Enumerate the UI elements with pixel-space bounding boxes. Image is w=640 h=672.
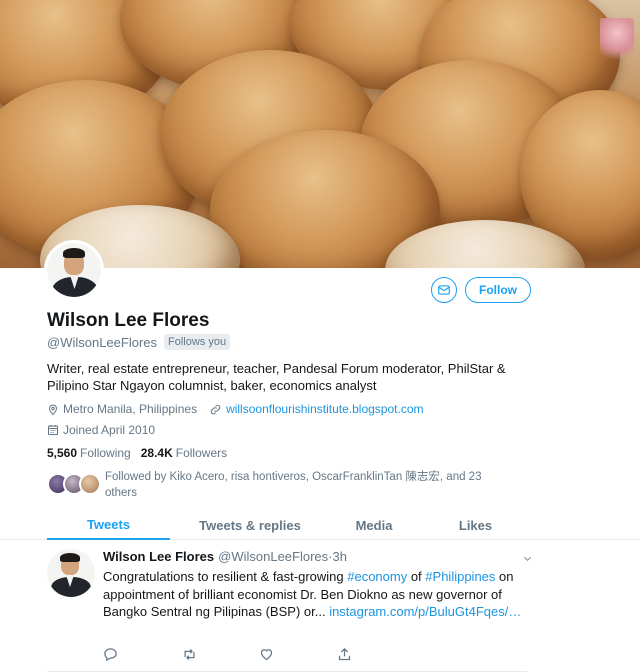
hashtag-link[interactable]: #economy (347, 569, 407, 584)
location-pin-icon (47, 403, 59, 416)
profile-website-link[interactable]: willsoonflourishinstitute.blogspot.com (226, 402, 423, 416)
tab-tweets-and-replies[interactable]: Tweets & replies (170, 510, 330, 540)
mini-avatar (79, 473, 101, 495)
link-icon (209, 403, 222, 416)
following-stat[interactable]: 5,560 Following (47, 446, 131, 460)
tweet-time[interactable]: 3h (333, 549, 347, 564)
share-icon[interactable] (337, 647, 352, 662)
envelope-icon (438, 285, 450, 295)
profile-tabs: Tweets Tweets & replies Media Likes (0, 510, 640, 540)
tab-likes[interactable]: Likes (418, 510, 533, 540)
followers-count: 28.4K (140, 446, 173, 460)
profile-avatar[interactable] (44, 240, 104, 300)
hashtag-link[interactable]: #Philippines (425, 569, 495, 584)
profile-name: Wilson Lee Flores (47, 310, 210, 331)
profile-bio: Writer, real estate entrepreneur, teache… (47, 361, 506, 393)
profile-banner-image[interactable] (0, 0, 640, 268)
calendar-icon (47, 424, 59, 436)
message-button[interactable] (431, 277, 457, 303)
tweet-author-handle: @WilsonLeeFlores (218, 549, 329, 564)
flower-decoration (600, 18, 634, 68)
tweet-actions (103, 647, 363, 665)
tab-media[interactable]: Media (330, 510, 418, 540)
follow-button[interactable]: Follow (465, 277, 531, 303)
tweet-author-name[interactable]: Wilson Lee Flores (103, 549, 214, 564)
followed-by-text: Followed by Kiko Acero, risa hontiveros,… (105, 471, 482, 499)
following-count: 5,560 (47, 446, 78, 460)
followed-by-section[interactable]: Followed by Kiko Acero, risa hontiveros,… (47, 469, 505, 501)
followers-label: Followers (175, 446, 228, 460)
chevron-down-icon[interactable] (522, 551, 533, 569)
profile-handle: @WilsonLeeFlores (47, 334, 158, 350)
tweet-url-link[interactable]: instagram.com/p/BuluGt4Fqes/… (329, 604, 521, 619)
like-heart-icon[interactable] (259, 647, 274, 662)
tweet-text-part: Congratulations to resilient & fast-grow… (103, 569, 348, 584)
tweet-author-avatar[interactable] (47, 549, 95, 597)
followers-stat[interactable]: 28.4K Followers (141, 446, 227, 460)
followers-you-know-avatars (47, 473, 103, 495)
following-label: Following (80, 446, 131, 460)
tweet-text: Congratulations to resilient & fast-grow… (103, 568, 533, 621)
profile-location: Metro Manila, Philippines (63, 402, 198, 416)
follows-you-badge: Follows you (164, 334, 231, 350)
tab-tweets[interactable]: Tweets (47, 510, 170, 540)
tweet-text-part: of (407, 569, 426, 584)
reply-icon[interactable] (103, 647, 118, 662)
tweet-item[interactable]: Wilson Lee Flores @WilsonLeeFlores · 3h … (0, 541, 640, 672)
retweet-icon[interactable] (181, 647, 198, 662)
profile-joined-date: Joined April 2010 (63, 423, 156, 437)
